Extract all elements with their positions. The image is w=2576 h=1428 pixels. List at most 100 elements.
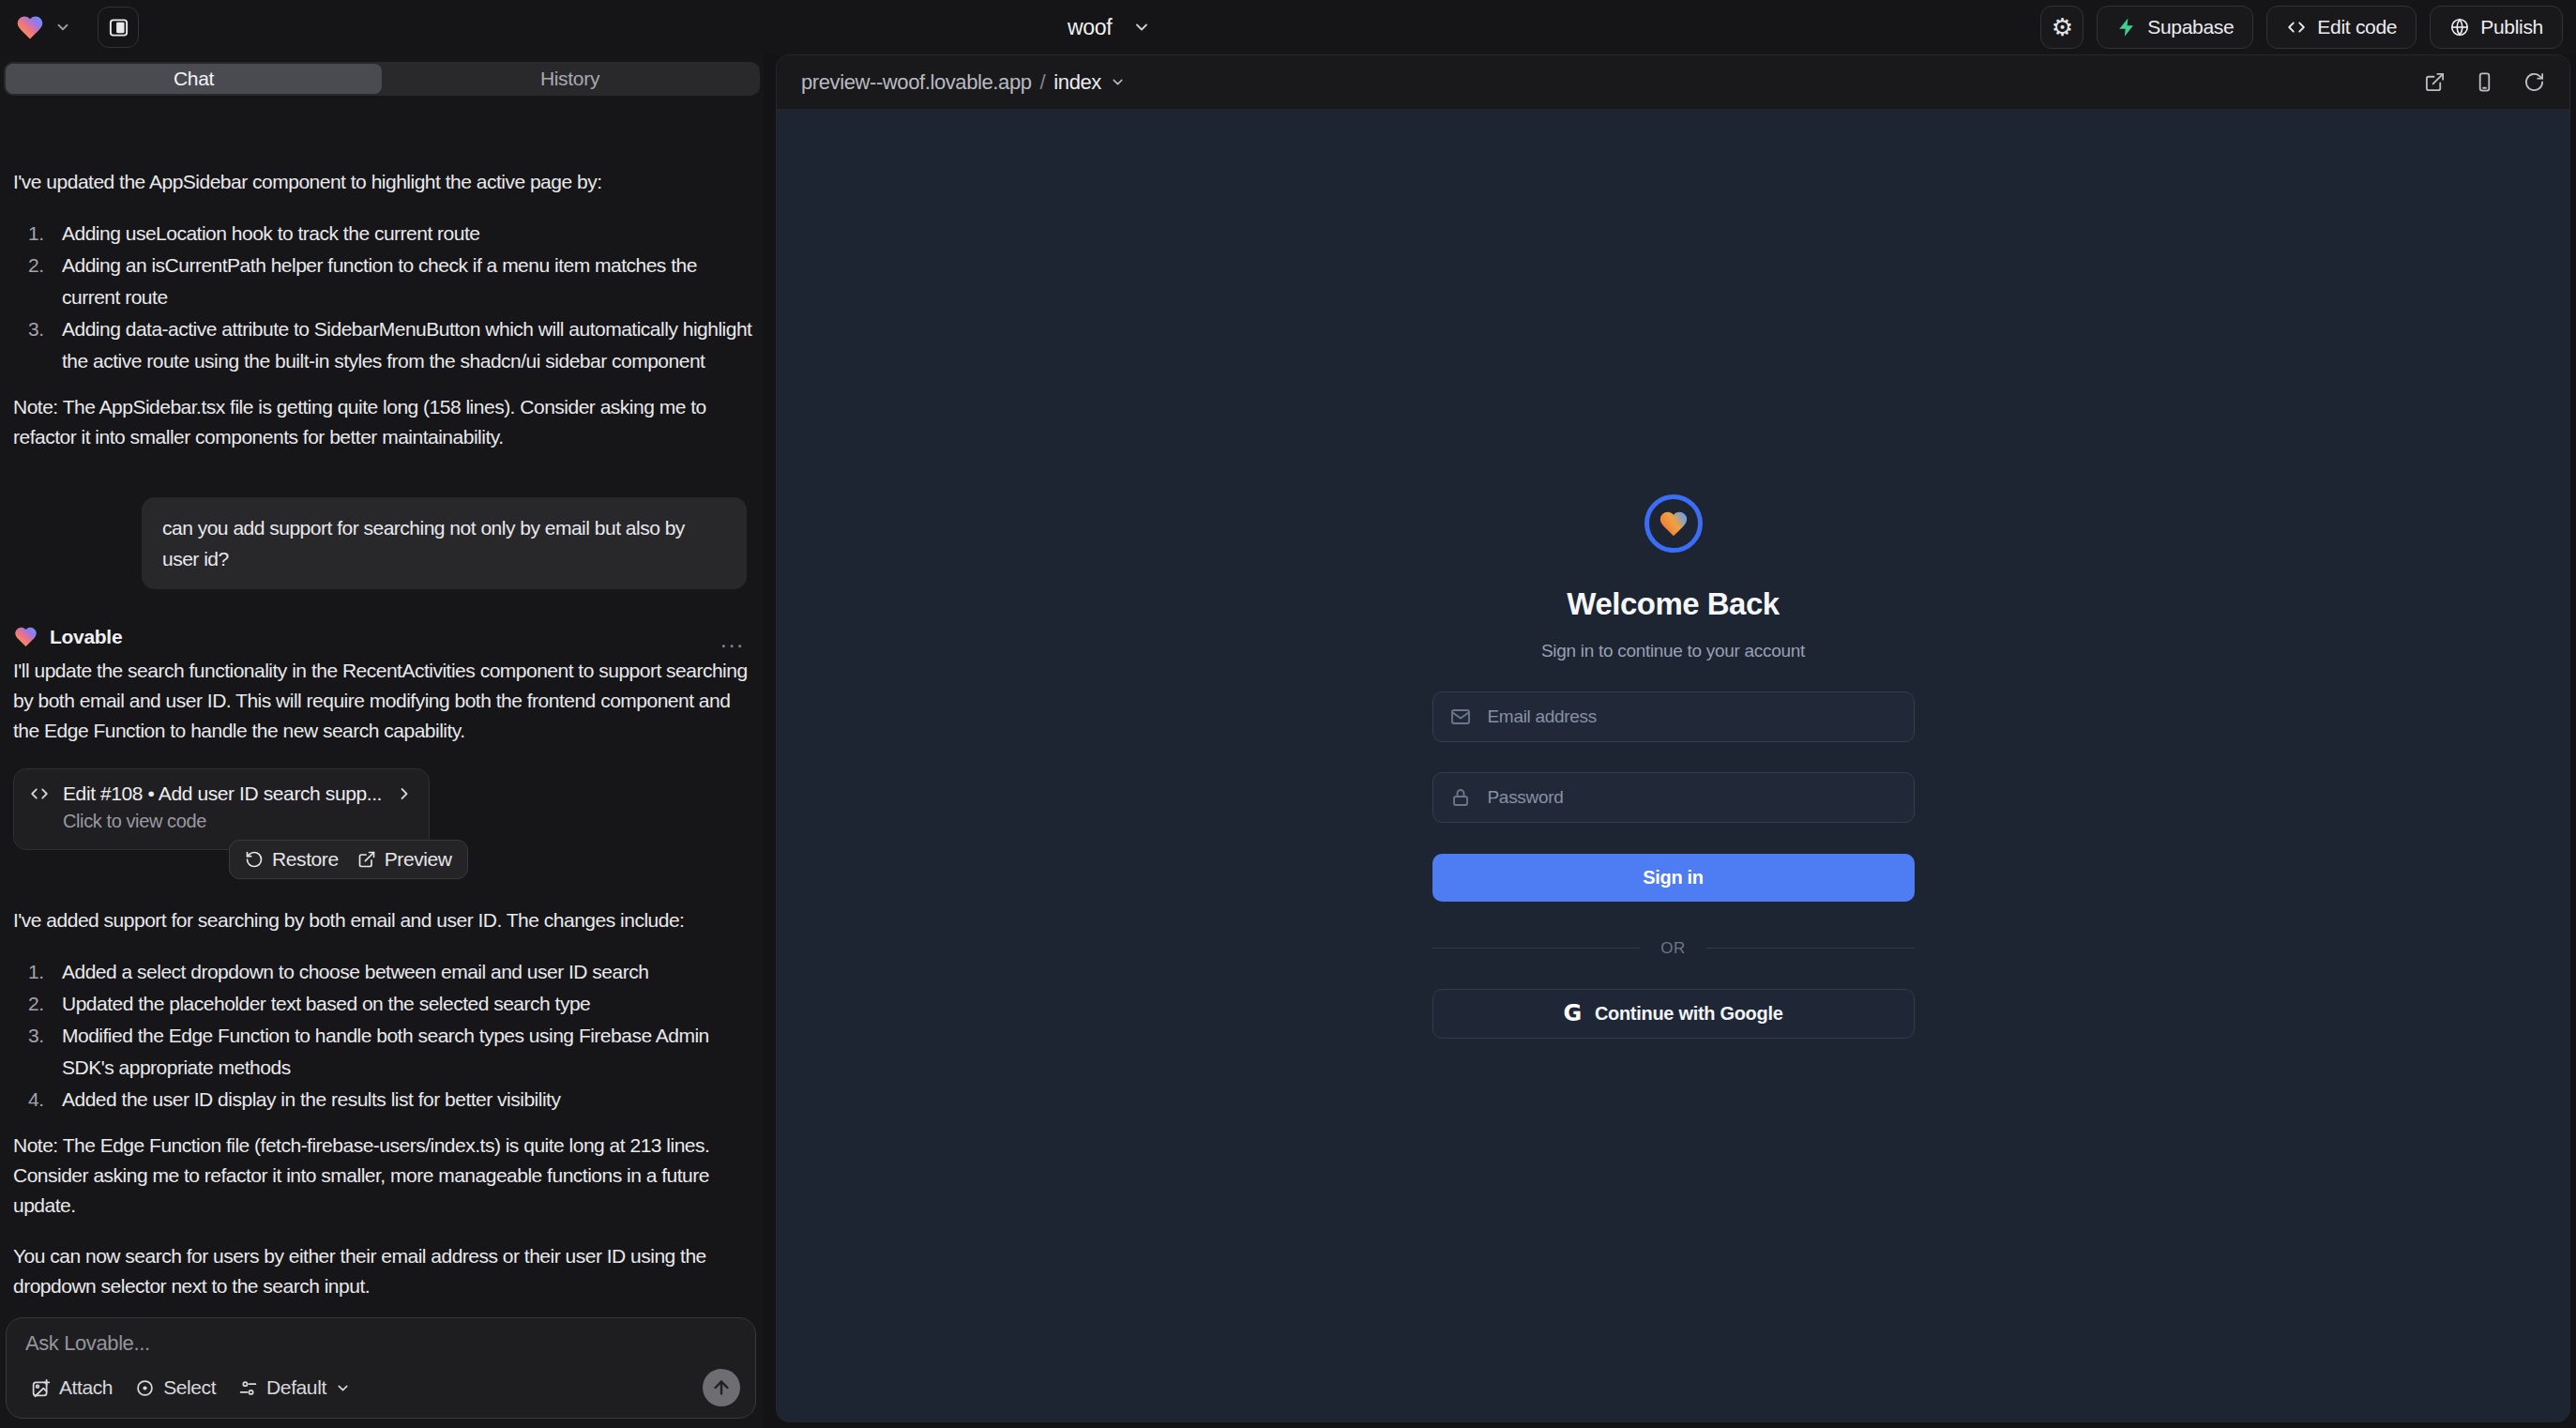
password-field[interactable] [1432, 772, 1915, 823]
edit-code-button[interactable]: Edit code [2266, 6, 2417, 49]
code-icon [2286, 17, 2307, 38]
lovable-heart-icon [13, 625, 38, 648]
attach-label: Attach [59, 1376, 113, 1399]
google-g-icon: G [1563, 1000, 1581, 1026]
composer-toolbar: Attach Select Default [23, 1369, 740, 1406]
divider-line [1432, 948, 1641, 949]
user-message-bubble: can you add support for searching not on… [142, 497, 747, 589]
edit-card-actions: Restore Preview [229, 840, 468, 879]
user-message-text: can you add support for searching not on… [162, 512, 726, 574]
publish-button[interactable]: Publish [2430, 6, 2563, 49]
smartphone-icon [2474, 71, 2495, 93]
code-icon [29, 783, 50, 804]
project-name: woof [1068, 15, 1112, 40]
mail-icon [1449, 706, 1472, 728]
sign-in-button[interactable]: Sign in [1432, 854, 1915, 902]
refresh-icon [2523, 71, 2545, 93]
supabase-bolt-icon [2116, 17, 2137, 38]
login-card: Welcome Back Sign in to continue to your… [1432, 494, 1915, 1039]
preview-domain: preview--woof.lovable.app [801, 70, 1032, 95]
refresh-button[interactable] [2523, 71, 2545, 93]
list-item: Adding data-active attribute to SidebarM… [13, 313, 754, 377]
edit-card-header: Edit #108 • Add user ID search supp... [29, 782, 414, 805]
assistant-note: Note: The Edge Function file (fetch-fire… [13, 1131, 754, 1221]
image-plus-icon [31, 1378, 51, 1398]
composer: Attach Select Default [6, 1317, 756, 1419]
list-item: Added the user ID display in the results… [13, 1084, 754, 1116]
or-divider: OR [1432, 939, 1915, 958]
assistant-message-text: I'll update the search functionality in … [13, 656, 754, 746]
assistant-message-text: I've added support for searching by both… [13, 905, 754, 935]
sliders-icon [238, 1378, 258, 1398]
list-item: Modified the Edge Function to handle bot… [13, 1020, 754, 1084]
list-item: Updated the placeholder text based on th… [13, 988, 754, 1020]
password-field-wrapper [1432, 772, 1915, 823]
top-bar: woof ⚙ Supabase Edit code Publish [0, 0, 2576, 54]
mode-selector[interactable]: Default [231, 1371, 358, 1405]
assistant-list: Added a select dropdown to choose betwee… [13, 956, 754, 1116]
edit-card[interactable]: Edit #108 • Add user ID search supp... C… [13, 768, 430, 850]
list-item: Added a select dropdown to choose betwee… [13, 956, 754, 988]
edit-card-wrapper: Edit #108 • Add user ID search supp... C… [13, 768, 754, 879]
login-title: Welcome Back [1567, 586, 1779, 622]
chat-input[interactable] [25, 1331, 736, 1365]
project-switcher[interactable]: woof [1068, 0, 1151, 54]
restore-button[interactable]: Restore [239, 844, 344, 874]
app-logo [1644, 494, 1703, 553]
arrow-up-icon [711, 1377, 732, 1398]
supabase-label: Supabase [2147, 16, 2234, 38]
preview-panel: preview--woof.lovable.app / index [776, 54, 2570, 1422]
topbar-actions: ⚙ Supabase Edit code Publish [2040, 6, 2563, 49]
open-in-new-tab-button[interactable] [2424, 71, 2446, 93]
supabase-button[interactable]: Supabase [2097, 6, 2253, 49]
lock-icon [1449, 786, 1472, 809]
chevron-down-icon [335, 1380, 351, 1396]
settings-button[interactable]: ⚙ [2040, 6, 2084, 49]
email-field-wrapper [1432, 691, 1915, 742]
divider-line [1706, 948, 1915, 949]
preview-toolbar [2424, 71, 2545, 93]
globe-icon [2449, 17, 2470, 38]
select-label: Select [163, 1376, 216, 1399]
chevron-down-icon [1110, 74, 1126, 90]
select-button[interactable]: Select [128, 1371, 223, 1405]
login-subtitle: Sign in to continue to your account [1541, 641, 1805, 661]
google-sign-in-button[interactable]: G Continue with Google [1432, 989, 1915, 1039]
tab-chat[interactable]: Chat [6, 64, 382, 94]
edit-code-label: Edit code [2317, 16, 2397, 38]
external-link-icon [357, 850, 376, 869]
logo-menu-chevron-down-icon[interactable] [54, 19, 71, 36]
or-label: OR [1660, 939, 1686, 958]
panel-left-icon [108, 17, 129, 38]
assistant-header: Lovable ... [13, 625, 754, 648]
preview-page: index [1053, 70, 1101, 95]
external-link-icon [2424, 71, 2446, 93]
preview-url-breadcrumb[interactable]: preview--woof.lovable.app / index [801, 70, 1126, 95]
attach-button[interactable]: Attach [23, 1371, 120, 1405]
send-button[interactable] [703, 1369, 740, 1406]
assistant-note: Note: The AppSidebar.tsx file is getting… [13, 392, 754, 452]
preview-edit-button[interactable]: Preview [352, 844, 458, 874]
mobile-view-button[interactable] [2474, 71, 2495, 93]
chevron-down-icon [1132, 18, 1151, 37]
heart-icon [1658, 509, 1690, 539]
edit-card-subtitle: Click to view code [29, 811, 414, 832]
google-label: Continue with Google [1595, 1003, 1783, 1025]
lovable-logo-heart-icon[interactable] [15, 13, 45, 41]
restore-label: Restore [272, 848, 339, 871]
list-item: Adding an isCurrentPath helper function … [13, 250, 754, 313]
preview-app: Welcome Back Sign in to continue to your… [777, 111, 2569, 1421]
mode-label: Default [266, 1376, 326, 1399]
restore-icon [245, 850, 264, 869]
preview-label: Preview [385, 848, 452, 871]
tab-history[interactable]: History [382, 64, 758, 94]
gear-icon: ⚙ [2052, 13, 2073, 42]
sidebar-toggle-button[interactable] [98, 7, 139, 48]
chevron-right-icon [395, 784, 414, 803]
list-item: Adding useLocation hook to track the cur… [13, 218, 754, 250]
email-field[interactable] [1432, 691, 1915, 742]
message-more-button[interactable]: ... [720, 627, 745, 653]
ellipsis-icon: ... [720, 627, 745, 652]
path-separator: / [1040, 70, 1046, 95]
chat-history-tabs: Chat History [4, 62, 760, 96]
